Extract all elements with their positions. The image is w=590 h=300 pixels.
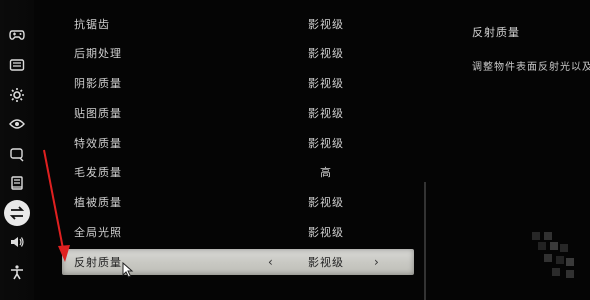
setting-row-post-processing[interactable]: 后期处理 影视级 bbox=[62, 43, 412, 63]
settings-sidebar bbox=[0, 0, 34, 300]
book-icon[interactable] bbox=[6, 172, 28, 194]
eye-icon[interactable] bbox=[6, 113, 28, 135]
gamepad-icon[interactable] bbox=[6, 24, 28, 46]
setting-label: 后期处理 bbox=[74, 47, 122, 60]
detail-description: 调整物件表面反射光以及 bbox=[472, 62, 590, 73]
setting-row-texture-quality[interactable]: 贴图质量 影视级 bbox=[62, 103, 412, 123]
gear-icon[interactable] bbox=[6, 84, 28, 106]
setting-row-effects-quality[interactable]: 特效质量 影视级 bbox=[62, 133, 412, 153]
previous-option-button[interactable]: ‹ bbox=[268, 255, 273, 269]
setting-row-anti-aliasing[interactable]: 抗锯齿 影视级 bbox=[62, 14, 412, 34]
setting-row-shadow-quality[interactable]: 阴影质量 影视级 bbox=[62, 73, 412, 93]
setting-value: 影视级 bbox=[308, 77, 344, 90]
setting-value: 高 bbox=[320, 166, 332, 179]
next-option-button[interactable]: › bbox=[374, 255, 379, 269]
mouse-cursor-icon bbox=[122, 262, 134, 278]
setting-label: 抗锯齿 bbox=[74, 18, 110, 31]
setting-row-vegetation-quality[interactable]: 植被质量 影视级 bbox=[62, 192, 412, 212]
accessibility-icon[interactable] bbox=[6, 261, 28, 283]
setting-value: 影视级 bbox=[308, 47, 344, 60]
setting-label: 植被质量 bbox=[74, 196, 122, 209]
speaker-icon[interactable] bbox=[6, 231, 28, 253]
setting-value: 影视级 bbox=[308, 256, 344, 269]
setting-label: 贴图质量 bbox=[74, 107, 122, 120]
keyboard-icon[interactable] bbox=[6, 54, 28, 76]
setting-value: 影视级 bbox=[308, 107, 344, 120]
setting-label: 阴影质量 bbox=[74, 77, 122, 90]
setting-row-hair-quality[interactable]: 毛发质量 高 bbox=[62, 162, 412, 182]
setting-label: 特效质量 bbox=[74, 137, 122, 150]
detail-title: 反射质量 bbox=[472, 26, 520, 39]
scrollbar[interactable] bbox=[424, 182, 426, 300]
setting-value: 影视级 bbox=[308, 196, 344, 209]
chat-icon[interactable] bbox=[6, 143, 28, 165]
watermark-mosaic bbox=[532, 232, 574, 278]
setting-label: 全局光照 bbox=[74, 226, 122, 239]
setting-row-reflection-quality[interactable]: 反射质量 ‹ 影视级 › bbox=[62, 249, 414, 275]
setting-value: 影视级 bbox=[308, 18, 344, 31]
setting-label: 毛发质量 bbox=[74, 166, 122, 179]
setting-label: 反射质量 bbox=[74, 256, 122, 269]
setting-value: 影视级 bbox=[308, 137, 344, 150]
swap-icon[interactable] bbox=[4, 200, 30, 226]
setting-row-global-illumination[interactable]: 全局光照 影视级 bbox=[62, 222, 412, 242]
setting-value: 影视级 bbox=[308, 226, 344, 239]
